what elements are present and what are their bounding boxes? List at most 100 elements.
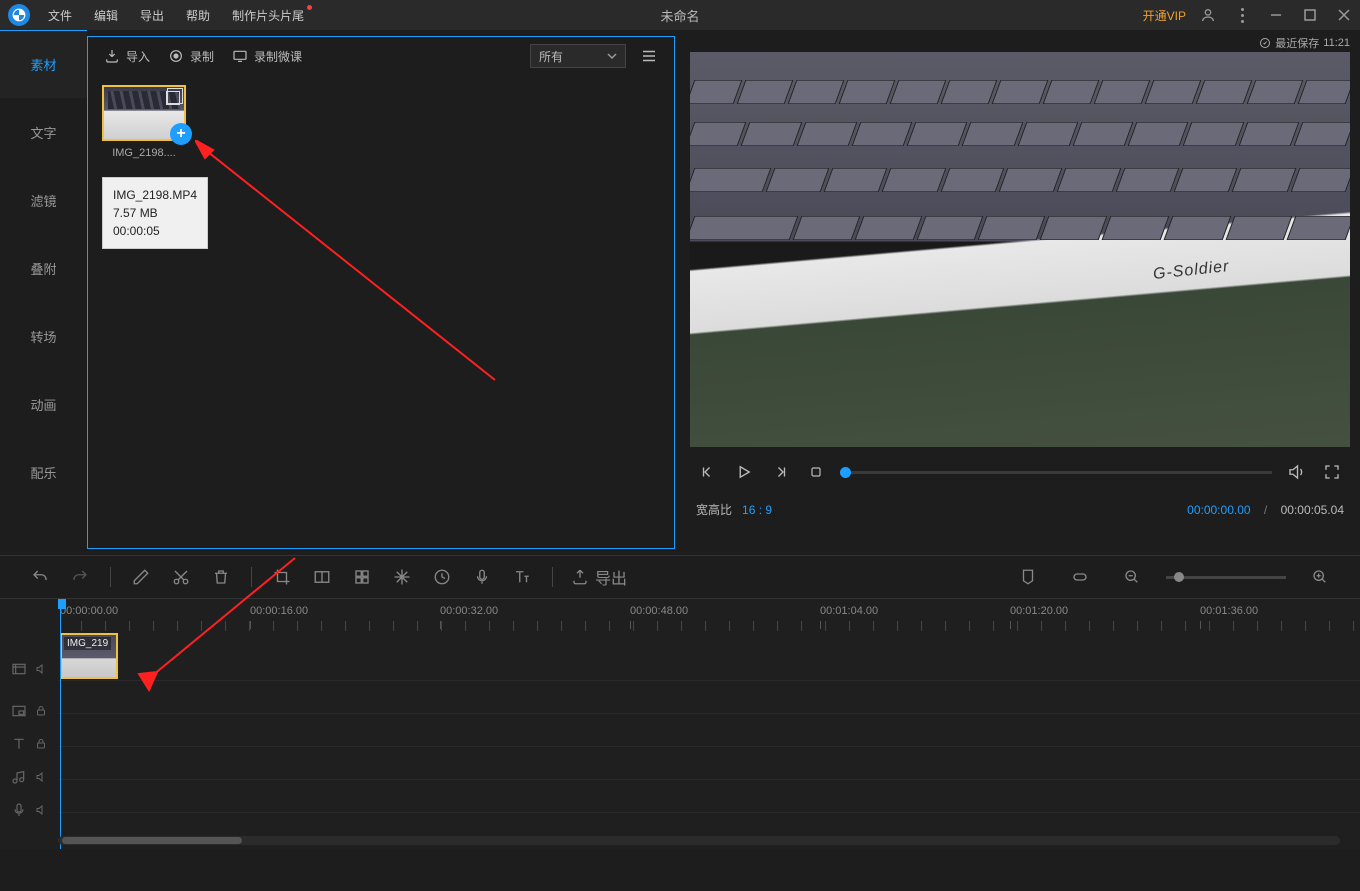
tooltip-duration: 00:00:05 xyxy=(113,222,197,240)
media-panel: 导入 录制 录制微课 所有 xyxy=(87,36,675,549)
media-name: IMG_2198.... xyxy=(102,147,186,159)
record-label: 录制 xyxy=(190,48,214,65)
zoom-in-button[interactable] xyxy=(1302,562,1338,592)
window-maximize[interactable] xyxy=(1298,3,1322,27)
more-icon[interactable] xyxy=(1230,3,1254,27)
crop-button[interactable] xyxy=(264,562,300,592)
filter-value: 所有 xyxy=(539,48,563,65)
sidebar: 素材 文字 滤镜 叠附 转场 动画 配乐 xyxy=(0,30,87,555)
total-time: 00:00:05.04 xyxy=(1281,503,1344,517)
pip-track-header[interactable] xyxy=(0,694,58,727)
ruler-tick: 00:00:16.00 xyxy=(250,605,308,617)
save-status-time: 11:21 xyxy=(1323,37,1350,49)
freeze-button[interactable] xyxy=(384,562,420,592)
fit-icon[interactable] xyxy=(1062,562,1098,592)
record-button[interactable]: 录制 xyxy=(168,48,214,65)
main-menu: 文件 编辑 导出 帮助 制作片头片尾 xyxy=(38,1,314,30)
text-track[interactable] xyxy=(58,714,1360,747)
ruler-tick: 00:01:20.00 xyxy=(1010,605,1068,617)
media-tooltip: IMG_2198.MP4 7.57 MB 00:00:05 xyxy=(102,177,208,249)
list-view-icon[interactable] xyxy=(640,47,658,65)
audio-track[interactable] xyxy=(58,747,1360,780)
playhead[interactable] xyxy=(60,599,61,849)
sidebar-tab-music[interactable]: 配乐 xyxy=(0,438,87,506)
delete-button[interactable] xyxy=(203,562,239,592)
add-to-timeline-button[interactable]: + xyxy=(170,123,192,145)
fullscreen-icon[interactable] xyxy=(1320,460,1344,484)
stop-button[interactable] xyxy=(804,460,828,484)
next-frame-button[interactable] xyxy=(768,460,792,484)
import-button[interactable]: 导入 xyxy=(104,48,150,65)
import-label: 导入 xyxy=(126,48,150,65)
audio-track-header[interactable] xyxy=(0,760,58,793)
voice-button[interactable] xyxy=(464,562,500,592)
ruler-tick: 00:00:00.00 xyxy=(60,605,118,617)
stack-icon xyxy=(166,91,180,105)
media-toolbar: 导入 录制 录制微课 所有 xyxy=(88,37,674,75)
track-headers xyxy=(0,599,58,849)
play-button[interactable] xyxy=(732,460,756,484)
user-icon[interactable] xyxy=(1196,3,1220,27)
screencast-button[interactable]: 录制微课 xyxy=(232,48,302,65)
screencast-label: 录制微课 xyxy=(254,48,302,65)
aspect-value[interactable]: 16 : 9 xyxy=(742,503,772,517)
zoom-out-button[interactable] xyxy=(1114,562,1150,592)
title-bar: 文件 编辑 导出 帮助 制作片头片尾 未命名 开通VIP xyxy=(0,0,1360,30)
speed-button[interactable] xyxy=(424,562,460,592)
ruler-tick: 00:00:48.00 xyxy=(630,605,688,617)
sidebar-tab-animation[interactable]: 动画 xyxy=(0,370,87,438)
voice-track-header[interactable] xyxy=(0,793,58,826)
horizontal-scrollbar[interactable] xyxy=(58,836,1340,845)
menu-intro-outro[interactable]: 制作片头片尾 xyxy=(222,1,314,30)
tooltip-filename: IMG_2198.MP4 xyxy=(113,186,197,204)
ruler-tick: 00:00:32.00 xyxy=(440,605,498,617)
sidebar-tab-media[interactable]: 素材 xyxy=(0,30,87,98)
voice-track[interactable] xyxy=(58,780,1360,813)
save-status-label: 最近保存 xyxy=(1275,35,1319,51)
pip-track[interactable] xyxy=(58,681,1360,714)
export-label: 导出 xyxy=(595,565,627,589)
video-track[interactable]: IMG_219 xyxy=(58,631,1360,681)
menu-file[interactable]: 文件 xyxy=(38,1,82,30)
menu-export[interactable]: 导出 xyxy=(130,1,174,30)
cut-button[interactable] xyxy=(163,562,199,592)
split-button[interactable] xyxy=(304,562,340,592)
window-minimize[interactable] xyxy=(1264,3,1288,27)
timeline-clip[interactable]: IMG_219 xyxy=(60,633,118,679)
vip-button[interactable]: 开通VIP xyxy=(1143,7,1186,24)
marker-icon[interactable] xyxy=(1010,562,1046,592)
preview-info: 宽高比 16 : 9 00:00:00.00 / 00:00:05.04 xyxy=(690,497,1350,522)
playback-controls xyxy=(690,447,1350,497)
text-track-header[interactable] xyxy=(0,727,58,760)
text-to-speech-button[interactable] xyxy=(504,562,540,592)
export-icon[interactable]: 导出 xyxy=(565,562,633,592)
zoom-slider[interactable] xyxy=(1166,576,1286,579)
sidebar-tab-text[interactable]: 文字 xyxy=(0,98,87,166)
ruler-tick: 00:01:36.00 xyxy=(1200,605,1258,617)
timeline-ruler[interactable]: 00:00:00.00 00:00:16.00 00:00:32.00 00:0… xyxy=(58,599,1360,631)
project-title: 未命名 xyxy=(660,6,699,25)
aspect-label: 宽高比 xyxy=(696,501,732,518)
redo-button[interactable] xyxy=(62,562,98,592)
app-logo xyxy=(8,4,30,26)
tooltip-size: 7.57 MB xyxy=(113,204,197,222)
current-time: 00:00:00.00 xyxy=(1187,503,1250,517)
filter-dropdown[interactable]: 所有 xyxy=(530,44,626,68)
video-track-header[interactable] xyxy=(0,644,58,694)
ruler-tick: 00:01:04.00 xyxy=(820,605,878,617)
seek-slider[interactable] xyxy=(840,471,1272,474)
sidebar-tab-transition[interactable]: 转场 xyxy=(0,302,87,370)
edit-button[interactable] xyxy=(123,562,159,592)
menu-edit[interactable]: 编辑 xyxy=(84,1,128,30)
video-preview[interactable]: G-Soldier xyxy=(690,52,1350,447)
timeline: 00:00:00.00 00:00:16.00 00:00:32.00 00:0… xyxy=(0,599,1360,849)
sidebar-tab-filter[interactable]: 滤镜 xyxy=(0,166,87,234)
menu-help[interactable]: 帮助 xyxy=(176,1,220,30)
window-close[interactable] xyxy=(1332,3,1356,27)
prev-frame-button[interactable] xyxy=(696,460,720,484)
volume-icon[interactable] xyxy=(1284,460,1308,484)
mosaic-button[interactable] xyxy=(344,562,380,592)
media-thumbnail[interactable]: + IMG_2198.... IMG_2198.MP4 7.57 MB 00:0… xyxy=(102,85,186,159)
undo-button[interactable] xyxy=(22,562,58,592)
sidebar-tab-overlay[interactable]: 叠附 xyxy=(0,234,87,302)
